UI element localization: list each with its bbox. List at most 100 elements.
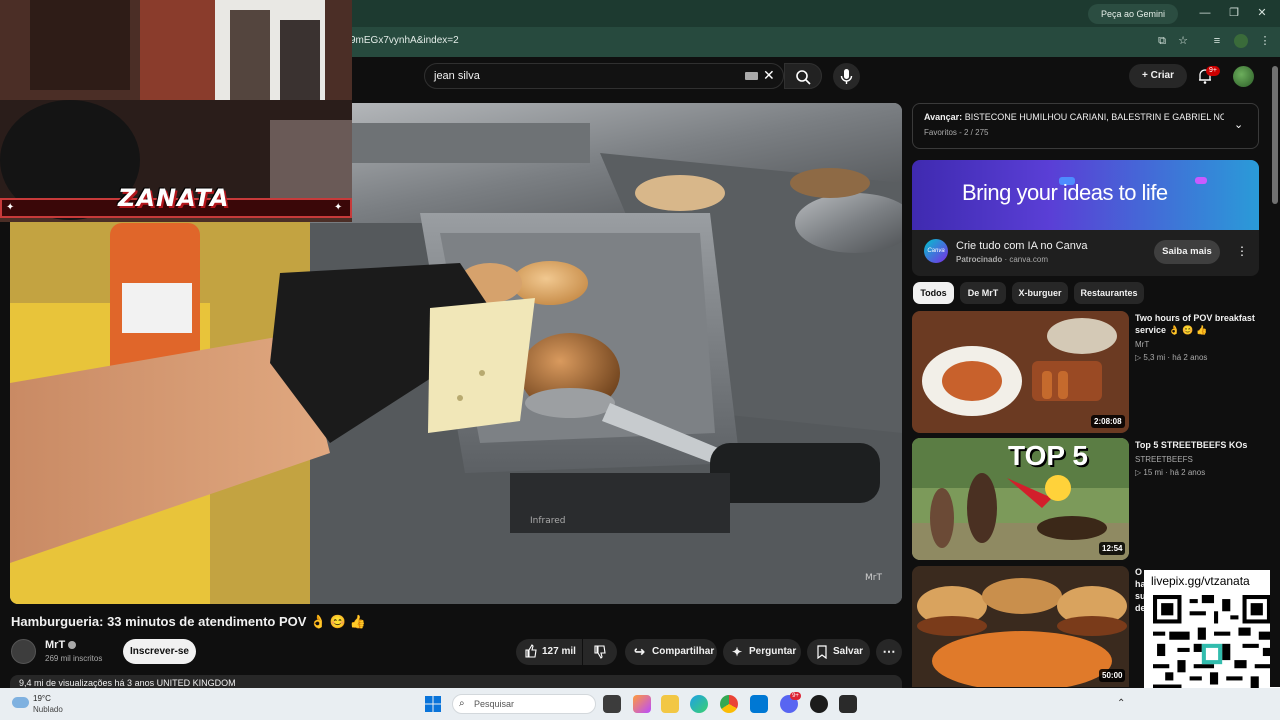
minimize-button[interactable]: —	[1197, 6, 1213, 20]
media-controls-icon[interactable]: ≡	[1210, 34, 1224, 48]
taskbar-search-placeholder[interactable]: Pesquisar	[474, 699, 514, 709]
install-app-icon[interactable]: ⧉	[1155, 34, 1169, 48]
verified-icon	[68, 641, 76, 649]
griddle-brand-text: Infrared	[530, 516, 566, 526]
thumbs-up-icon	[525, 644, 537, 658]
voice-search-button[interactable]	[833, 63, 860, 90]
epic-games-icon[interactable]	[839, 695, 857, 713]
subscribe-button[interactable]: Inscrever-se	[123, 639, 196, 664]
clear-search-icon[interactable]: ✕	[763, 67, 775, 84]
canva-logo[interactable]: Canva	[924, 239, 948, 263]
related-meta: ▷ 5,3 mi · há 2 anos	[1135, 353, 1208, 362]
streamer-logo: ZANATA	[118, 184, 230, 212]
chip-restaurantes[interactable]: Restaurantes	[1074, 282, 1144, 304]
playlist-next: Avançar: BISTECONE HUMILHOU CARIANI, BAL…	[924, 112, 1224, 122]
chrome-icon[interactable]	[720, 695, 738, 713]
bookmark-icon	[817, 645, 827, 659]
discord-badge: 9+	[790, 692, 801, 700]
menu-kebab-icon[interactable]: ⋮	[1258, 34, 1272, 48]
chevron-down-icon[interactable]: ⌄	[1234, 118, 1243, 131]
description-box[interactable]: 9,4 mi de visualizações há 3 anos UNITED…	[10, 675, 902, 688]
next-label: Avançar:	[924, 112, 963, 122]
related-meta: ▷ 15 mi · há 2 anos	[1135, 468, 1206, 477]
gemini-label: Peça ao Gemini	[1100, 9, 1166, 19]
related-title[interactable]: Two hours of POV breakfast service 👌 😊 👍	[1135, 312, 1265, 336]
search-icon	[796, 70, 811, 85]
cloud-icon[interactable]	[12, 697, 29, 708]
duration-badge: 50:00	[1099, 669, 1126, 682]
ad-title[interactable]: Crie tudo com IA no Canva	[956, 240, 1087, 252]
edge-icon[interactable]	[690, 695, 708, 713]
chip-de-mrt[interactable]: De MrT	[960, 282, 1006, 304]
scrollbar-thumb[interactable]	[1272, 66, 1278, 204]
channel-name[interactable]: MrT	[45, 639, 65, 651]
ad-more-icon[interactable]: ⋮	[1236, 244, 1248, 258]
sponsored-label: Patrocinado	[956, 255, 1003, 264]
url-text[interactable]: 9mEGx7vynhA&index=2	[350, 35, 459, 46]
search-button[interactable]	[784, 63, 822, 89]
close-window-button[interactable]: ✕	[1254, 6, 1270, 20]
sparkle-ask-icon: ✦	[732, 645, 743, 659]
maximize-button[interactable]: ❐	[1226, 6, 1242, 20]
bookmark-star-icon[interactable]: ☆	[1176, 34, 1190, 48]
save-button[interactable]: Salvar	[807, 639, 870, 665]
chip-x-burguer[interactable]: X-burguer	[1012, 282, 1068, 304]
next-title: BISTECONE HUMILHOU CARIANI, BALESTRIN E …	[964, 112, 1224, 122]
weather-temperature[interactable]: 19°C	[33, 694, 51, 703]
related-thumbnail[interactable]: 50:00	[912, 566, 1129, 687]
task-view-icon[interactable]	[603, 695, 621, 713]
related-channel[interactable]: STREETBEEFS	[1135, 455, 1193, 464]
like-button[interactable]: 127 mil	[516, 639, 582, 665]
taskbar-search-icon: ⌕	[459, 698, 465, 709]
ask-button[interactable]: ✦ Perguntar	[723, 639, 801, 665]
related-views: 5,3 mi	[1143, 353, 1166, 362]
profile-icon[interactable]	[1234, 34, 1248, 48]
related-thumbnail[interactable]: TOP 5 12:54	[912, 438, 1129, 560]
microphone-icon	[840, 69, 853, 84]
related-channel[interactable]: MrT	[1135, 340, 1149, 349]
related-age: há 2 anos	[1172, 353, 1208, 362]
thumbnail-image	[912, 566, 1129, 687]
thumbnail-overlay-text: TOP 5	[1008, 440, 1088, 471]
sparkle-icon: ✦	[334, 202, 343, 213]
playlist-panel[interactable]	[912, 103, 1259, 149]
video-watermark: MrT	[865, 573, 882, 583]
related-thumbnail[interactable]: 2:08:08	[912, 311, 1129, 433]
file-explorer-icon[interactable]	[661, 695, 679, 713]
related-title[interactable]: Top 5 STREETBEEFS KOs	[1135, 439, 1265, 451]
notifications-badge: 9+	[1206, 66, 1220, 76]
copilot-icon[interactable]	[633, 695, 651, 713]
sparkle-icon: ✦	[6, 202, 15, 213]
account-avatar[interactable]	[1233, 66, 1254, 87]
subscriber-count: 269 mil inscritos	[45, 654, 103, 663]
create-button[interactable]: + Criar	[1129, 64, 1187, 88]
ad-cta-button[interactable]: Saiba mais	[1154, 240, 1220, 264]
share-label: Compartilhar	[652, 646, 715, 657]
store-icon[interactable]	[750, 695, 768, 713]
hidden-icons-chevron[interactable]: ⌃	[1117, 698, 1125, 709]
share-button[interactable]: ↪ Compartilhar	[625, 639, 717, 665]
ad-headline: Bring your ideas to life	[962, 180, 1168, 205]
channel-avatar[interactable]	[11, 639, 36, 664]
app-icon[interactable]	[810, 695, 828, 713]
ad-sponsor: Patrocinado · canva.com	[956, 255, 1049, 264]
ad-decoration	[1195, 177, 1207, 184]
share-icon: ↪	[634, 644, 645, 659]
ask-label: Perguntar	[749, 646, 797, 657]
more-actions-button[interactable]: ⋯	[876, 639, 902, 665]
like-count: 127 mil	[542, 646, 576, 657]
livepix-url: livepix.gg/vtzanata	[1151, 574, 1250, 588]
chip-todos[interactable]: Todos	[913, 282, 954, 304]
plus-icon: +	[1142, 70, 1151, 81]
more-icon: ⋯	[882, 644, 896, 659]
related-views: 15 mi	[1143, 468, 1163, 477]
ask-gemini-button[interactable]: Peça ao Gemini	[1088, 4, 1178, 24]
dislike-button[interactable]	[583, 639, 617, 665]
weather-description[interactable]: Nublado	[33, 705, 63, 714]
playlist-position: Favoritos - 2 / 275	[924, 128, 989, 137]
keyboard-icon[interactable]	[745, 72, 758, 80]
related-age: há 2 anos	[1170, 468, 1206, 477]
thumbs-down-icon	[594, 645, 606, 659]
windows-start-icon[interactable]	[425, 696, 441, 712]
search-query-text[interactable]: jean silva	[434, 70, 480, 82]
